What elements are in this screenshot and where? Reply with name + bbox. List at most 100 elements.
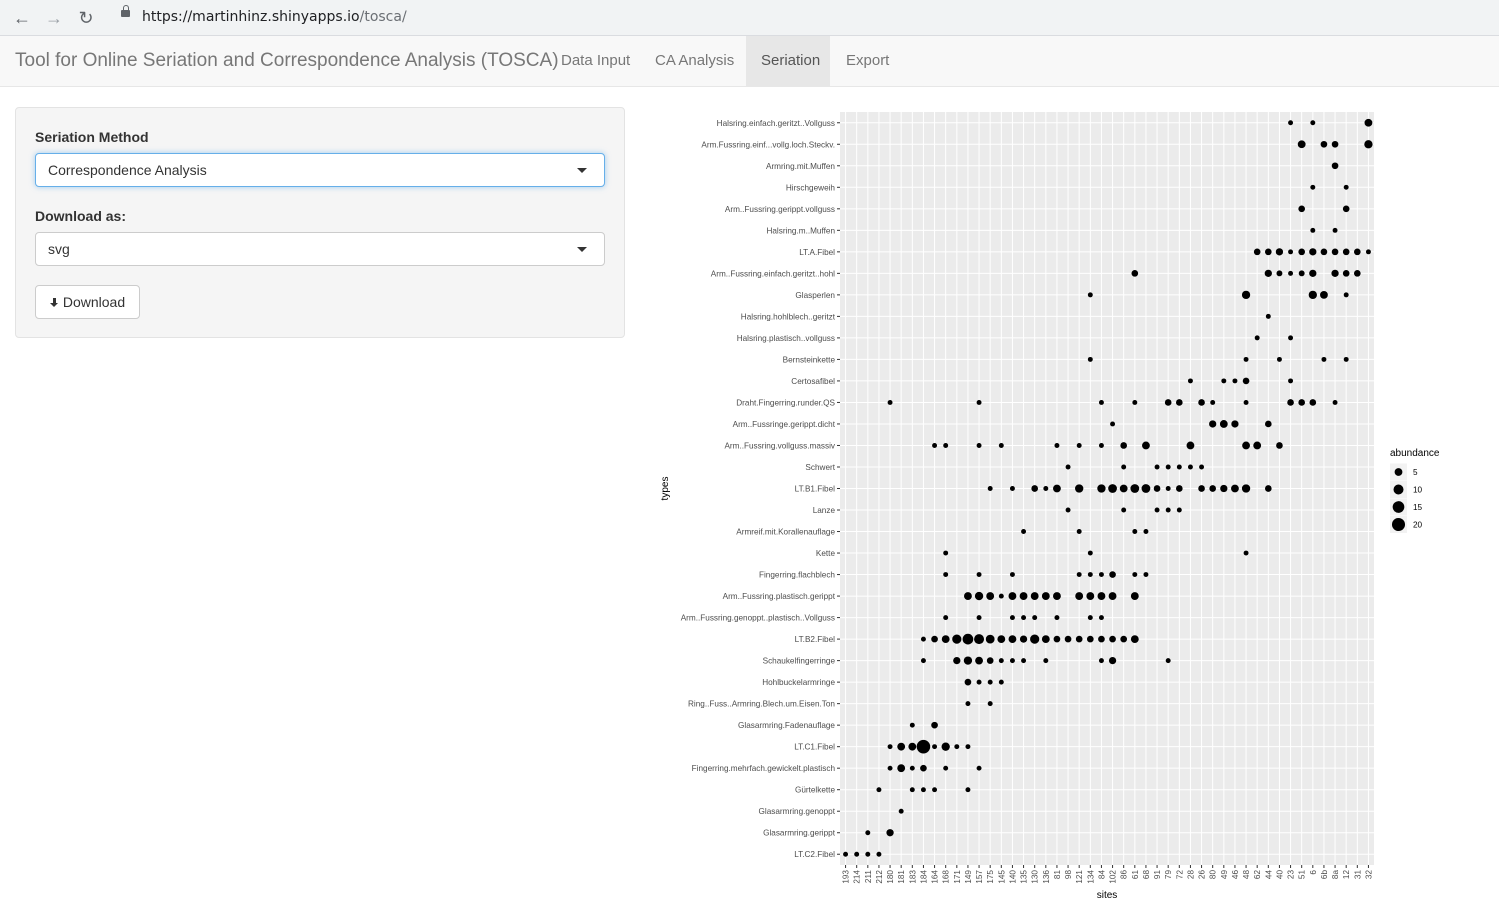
data-point	[1199, 464, 1205, 470]
x-tick-label: 175	[986, 870, 995, 884]
data-point	[986, 592, 995, 600]
data-point	[1098, 572, 1104, 578]
data-point	[1098, 615, 1104, 621]
data-point	[1175, 485, 1183, 492]
data-point	[1254, 335, 1260, 341]
data-point	[1141, 484, 1151, 493]
data-point	[998, 593, 1004, 599]
data-point	[1009, 486, 1015, 491]
data-point	[1242, 377, 1250, 385]
data-point	[1343, 292, 1349, 298]
download-format-select[interactable]: svg	[35, 232, 605, 266]
x-tick-label: 145	[997, 870, 1006, 884]
download-button[interactable]: Download	[35, 285, 140, 319]
data-point	[1175, 399, 1183, 406]
tab-ca-analysis[interactable]: CA Analysis	[640, 36, 749, 86]
x-tick-label: 168	[942, 870, 951, 884]
seriation-method-select[interactable]: Correspondence Analysis	[35, 153, 605, 187]
data-point	[931, 635, 938, 643]
x-tick-label: 80	[1209, 870, 1218, 880]
data-point	[943, 765, 949, 771]
x-tick-label: 134	[1086, 870, 1095, 884]
data-point	[1264, 485, 1272, 492]
data-point	[965, 744, 971, 750]
data-point	[975, 656, 983, 665]
data-point	[1241, 290, 1251, 300]
data-point	[887, 765, 893, 771]
data-point	[909, 787, 915, 793]
data-point	[1043, 658, 1049, 664]
y-tick-label: Armring.mit.Muffen	[766, 162, 835, 171]
data-point	[965, 701, 971, 707]
x-tick-label: 86	[1120, 870, 1129, 880]
data-point	[976, 399, 982, 405]
x-tick-label: 40	[1275, 870, 1284, 880]
data-point	[1364, 140, 1373, 149]
data-point	[1098, 635, 1105, 643]
x-tick-label: 102	[1109, 870, 1118, 884]
y-tick-label: Bernsteinkette	[783, 355, 836, 364]
data-point	[976, 443, 982, 448]
data-point	[908, 742, 917, 751]
x-axis-title: sites	[1097, 890, 1118, 901]
y-tick-label: Halsring.einfach.geritzt..Vollguss	[717, 119, 835, 128]
address-bar[interactable]: https://martinhinz.shinyapps.io/tosca/	[142, 9, 407, 25]
data-point	[976, 679, 982, 685]
data-point	[1019, 635, 1028, 643]
data-point	[1342, 270, 1350, 277]
tab-data-input[interactable]: Data Input	[546, 36, 645, 86]
data-point	[1065, 507, 1071, 513]
data-point	[886, 829, 894, 837]
data-point	[1309, 269, 1317, 277]
forward-icon[interactable]: →	[42, 6, 66, 30]
data-point	[1232, 378, 1238, 384]
tab-seriation[interactable]: Seriation	[746, 36, 830, 86]
data-point	[1165, 658, 1171, 664]
y-tick-label: Glasarmring.gerippt	[763, 829, 836, 838]
x-tick-label: 61	[1131, 870, 1140, 880]
data-point	[1109, 635, 1116, 643]
y-tick-label: Fingerring.mehrfach.gewickelt.plastisch	[692, 764, 836, 773]
back-icon[interactable]: ←	[10, 6, 34, 30]
data-point	[920, 658, 926, 664]
x-tick-label: 44	[1264, 870, 1273, 880]
x-tick-label: 72	[1175, 870, 1184, 880]
data-point	[1288, 335, 1294, 341]
y-tick-label: Schaukelfingerringe	[763, 657, 836, 666]
legend-key-label: 10	[1413, 486, 1423, 495]
legend-title: abundance	[1390, 448, 1440, 459]
data-point	[954, 744, 960, 750]
data-point	[1298, 248, 1306, 256]
x-tick-label: 184	[919, 870, 928, 884]
x-tick-label: 26	[1198, 870, 1207, 880]
x-tick-label: 51	[1298, 870, 1307, 880]
data-point	[1165, 464, 1171, 470]
data-point	[920, 787, 926, 793]
data-point	[909, 765, 915, 771]
data-point	[1009, 615, 1015, 621]
data-point	[1231, 420, 1239, 428]
data-point	[865, 830, 871, 836]
data-point	[1275, 248, 1284, 256]
data-point	[1087, 356, 1093, 362]
x-tick-label: 211	[864, 870, 873, 883]
y-tick-label: Arm..Fussring.plastisch.gerippt	[723, 592, 836, 601]
data-point	[1308, 290, 1317, 300]
data-point	[943, 550, 949, 556]
data-point	[1054, 443, 1060, 448]
url-host: https://martinhinz.shinyapps.io	[142, 9, 360, 25]
reload-icon[interactable]: ↻	[74, 6, 98, 30]
data-point	[1132, 399, 1138, 405]
x-tick-label: 49	[1220, 870, 1229, 880]
y-tick-label: LT.C2.Fibel	[794, 850, 835, 859]
data-point	[1008, 635, 1017, 644]
tab-export[interactable]: Export	[831, 36, 904, 86]
data-point	[1253, 441, 1262, 450]
data-point	[1087, 550, 1093, 556]
legend-key-label: 20	[1413, 521, 1423, 530]
x-tick-label: 183	[908, 870, 917, 884]
data-point	[1030, 592, 1039, 600]
data-point	[1331, 140, 1339, 148]
x-tick-label: 32	[1364, 870, 1373, 880]
data-point	[1130, 592, 1139, 600]
